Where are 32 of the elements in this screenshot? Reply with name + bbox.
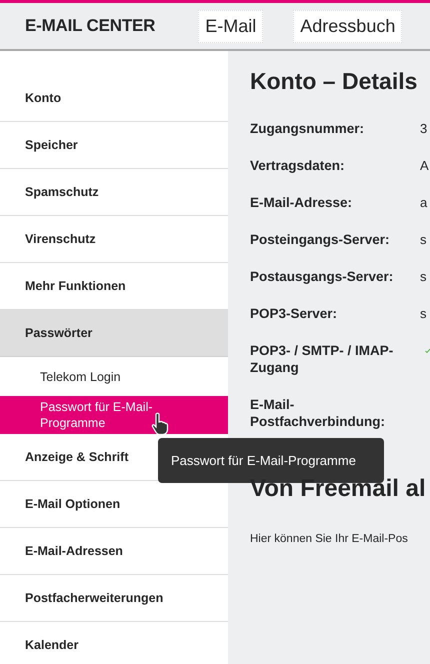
- nav-link[interactable]: E-Mail: [198, 10, 264, 42]
- sidebar-item[interactable]: Konto: [0, 75, 228, 122]
- nav-link[interactable]: Adressbuch: [293, 10, 402, 42]
- check-icon: [425, 347, 430, 355]
- sidebar-item[interactable]: E-Mail-Adressen: [0, 528, 228, 575]
- field-value: a: [420, 194, 428, 211]
- sidebar-item[interactable]: Passwörter: [0, 310, 228, 357]
- field-value: 3: [420, 120, 428, 137]
- sidebar-subitem[interactable]: Passwort für E-Mail-Programme: [0, 396, 228, 434]
- tooltip: Passwort für E-Mail-Programme: [158, 438, 384, 483]
- field-value: s: [420, 305, 426, 322]
- field-label: E-Mail-Adresse:: [250, 194, 354, 211]
- field-value: s: [420, 231, 426, 248]
- sidebar-item[interactable]: Speicher: [0, 122, 228, 169]
- page-title: Konto – Details: [250, 68, 418, 95]
- app-title: E-MAIL CENTER: [25, 16, 156, 36]
- field-value: s: [420, 268, 426, 285]
- field-label: Posteingangs-Server:: [250, 231, 391, 248]
- sidebar-item[interactable]: Virenschutz: [0, 216, 228, 263]
- section-text: Hier können Sie Ihr E-Mail-Pos: [250, 533, 409, 545]
- field-label: Zugangsnummer:: [250, 120, 366, 137]
- hand-cursor-icon: [150, 412, 170, 436]
- sidebar-item[interactable]: Postfacherweiterungen: [0, 575, 228, 622]
- field-label: Vertragsdaten:: [250, 157, 346, 174]
- sidebar-subitem[interactable]: Telekom Login: [0, 357, 228, 396]
- field-label: E-Mail-Postfachverbindung:: [250, 396, 386, 430]
- field-label: Postausgangs-Server:: [250, 268, 394, 285]
- sidebar-item[interactable]: Kalender: [0, 622, 228, 664]
- field-label: POP3-Server:: [250, 305, 338, 322]
- field-label: POP3- / SMTP- / IMAP-Zugang: [250, 342, 394, 376]
- field-value: A: [420, 157, 429, 174]
- sidebar-item[interactable]: Spamschutz: [0, 169, 228, 216]
